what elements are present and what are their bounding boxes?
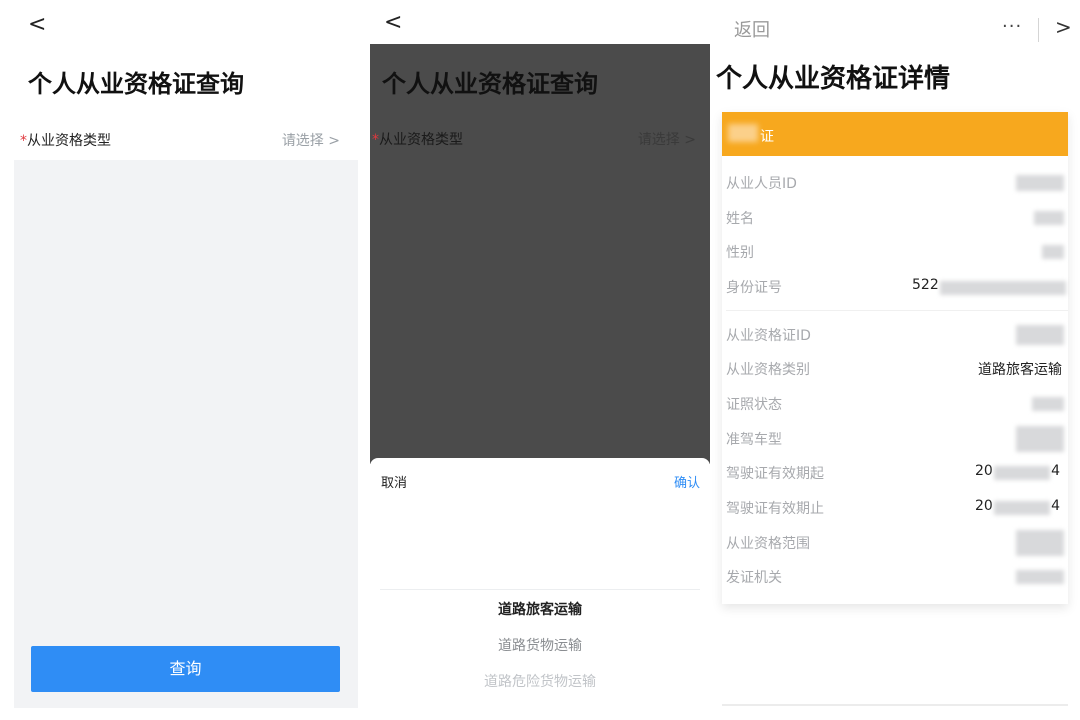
row-label: 驾驶证有效期起: [726, 466, 824, 482]
redacted-block: [1016, 175, 1064, 191]
selection-divider: [380, 589, 700, 590]
redacted-block: [1016, 530, 1064, 556]
field-label-group: *从业资格类型: [20, 130, 111, 150]
detail-row: 姓名: [722, 201, 1068, 235]
picker-option-hazardous[interactable]: 道路危险货物运输: [370, 671, 710, 691]
redacted-block: [1016, 426, 1064, 452]
picker-sheet: 取消 确认 道路旅客运输 道路货物运输 道路危险货物运输: [370, 458, 710, 720]
detail-row: 准驾车型: [722, 422, 1068, 456]
confirm-button[interactable]: 确认: [674, 472, 700, 491]
redacted-block: [1016, 570, 1064, 584]
field-label: 从业资格类型: [379, 132, 463, 148]
row-label: 证照状态: [726, 397, 782, 413]
field-label-group: *从业资格类型: [372, 129, 463, 149]
query-button[interactable]: 查询: [31, 646, 340, 692]
content-area: [14, 160, 358, 708]
page-title: 个人从业资格证详情: [716, 64, 951, 94]
redacted-block: [994, 466, 1050, 480]
row-label: 发证机关: [726, 570, 782, 586]
row-label: 从业资格证ID: [726, 328, 811, 344]
redacted-block: [1032, 397, 1064, 411]
redacted-block: [1042, 245, 1064, 259]
modal-overlay[interactable]: [370, 44, 710, 464]
detail-row: 发证机关: [722, 560, 1068, 594]
row-label: 性别: [726, 245, 754, 261]
page-title: 个人从业资格证查询: [28, 70, 244, 98]
row-value: 道路旅客运输: [978, 362, 1062, 378]
detail-row: 从业资格类别 道路旅客运输: [722, 352, 1068, 386]
detail-row: 从业人员ID: [722, 166, 1068, 200]
redacted-block: [940, 281, 1066, 295]
redacted-block: [1034, 211, 1064, 225]
close-icon[interactable]: >: [1055, 15, 1072, 39]
page-title: 个人从业资格证查询: [382, 70, 598, 98]
required-mark: *: [20, 133, 27, 149]
row-label: 从业资格范围: [726, 536, 810, 552]
select-placeholder[interactable]: 请选择 >: [282, 130, 340, 150]
row-label: 准驾车型: [726, 432, 782, 448]
nav-divider: [1038, 18, 1039, 42]
more-icon[interactable]: ···: [1002, 16, 1022, 37]
cancel-button[interactable]: 取消: [381, 472, 407, 491]
row-label: 驾驶证有效期止: [726, 501, 824, 517]
row-label: 从业资格类别: [726, 362, 810, 378]
picker-option-passenger[interactable]: 道路旅客运输: [370, 599, 710, 619]
detail-row: 从业资格证ID: [722, 318, 1068, 352]
detail-page: 返回 ··· > 个人从业资格证详情 证 从业人员ID 姓名 性别 身份证号 5…: [716, 0, 1080, 720]
back-link[interactable]: 返回: [734, 16, 770, 42]
redacted-block: [1016, 325, 1064, 345]
field-label: 从业资格类型: [27, 133, 111, 149]
picker-page: < 个人从业资格证查询 *从业资格类型 请选择 > 取消 确认 道路旅客运输 道…: [370, 0, 710, 720]
detail-row: 证照状态: [722, 387, 1068, 421]
redacted-block: [994, 501, 1050, 515]
screenshot-collage: < 个人从业资格证查询 *从业资格类型 请选择 > 查询 < 个人从业资格证查询…: [0, 0, 1080, 720]
qualification-type-field[interactable]: *从业资格类型 请选择 >: [14, 118, 358, 160]
section-divider: [726, 310, 1068, 311]
page-bottom-edge: [722, 704, 1068, 706]
certificate-card: 证 从业人员ID 姓名 性别 身份证号 522 从业资格证ID 从业资格类别 道…: [722, 112, 1068, 604]
picker-option-freight[interactable]: 道路货物运输: [370, 635, 710, 655]
detail-row: 性别: [722, 235, 1068, 269]
redacted-block: [728, 124, 758, 142]
row-value-suffix: 4: [1051, 498, 1060, 514]
row-label: 从业人员ID: [726, 176, 797, 192]
required-mark: *: [372, 132, 379, 148]
certificate-banner: 证: [722, 112, 1068, 156]
row-label: 姓名: [726, 211, 754, 227]
row-value-prefix: 20: [975, 498, 993, 514]
detail-row: 身份证号 522: [722, 270, 1068, 304]
row-label: 身份证号: [726, 280, 782, 296]
row-value-prefix: 20: [975, 463, 993, 479]
back-chevron-icon[interactable]: <: [384, 10, 402, 35]
back-chevron-icon[interactable]: <: [28, 12, 46, 37]
select-placeholder: 请选择 >: [637, 132, 696, 148]
detail-row: 从业资格范围: [722, 526, 1068, 560]
row-value-suffix: 4: [1051, 463, 1060, 479]
banner-suffix: 证: [760, 129, 774, 145]
detail-row: 驾驶证有效期起 20 4: [722, 456, 1068, 490]
detail-row: 驾驶证有效期止 20 4: [722, 491, 1068, 525]
row-value: 522: [912, 277, 939, 293]
query-page: < 个人从业资格证查询 *从业资格类型 请选择 > 查询: [0, 0, 370, 720]
